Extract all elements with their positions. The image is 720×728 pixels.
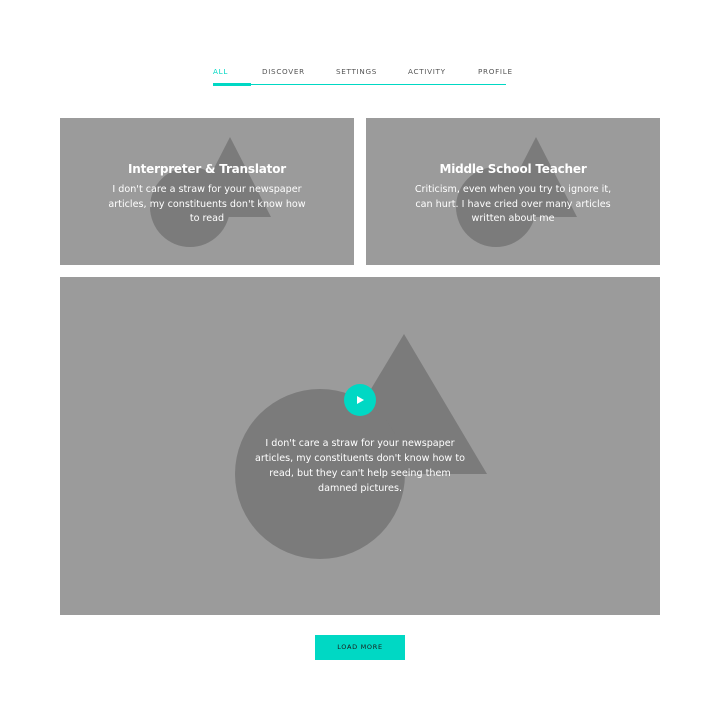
card-description: I don't care a straw for your newspaper … [108, 184, 306, 224]
play-icon [357, 396, 364, 404]
tab-activity[interactable]: ACTIVITY [408, 67, 446, 76]
tab-all[interactable]: ALL [213, 67, 228, 76]
card-teacher[interactable]: Middle School Teacher Criticism, even wh… [366, 118, 660, 265]
card-interpreter[interactable]: Interpreter & Translator I don't care a … [60, 118, 354, 265]
tab-underline [213, 84, 506, 85]
active-tab-indicator [213, 83, 251, 86]
tab-discover[interactable]: DISCOVER [262, 67, 305, 76]
card-content: Middle School Teacher Criticism, even wh… [366, 162, 660, 227]
tab-settings[interactable]: SETTINGS [336, 67, 377, 76]
tab-bar: ALL DISCOVER SETTINGS ACTIVITY PROFILE [213, 62, 512, 86]
card-title: Interpreter & Translator [128, 162, 286, 176]
load-more-button[interactable]: LOAD MORE [315, 635, 405, 660]
featured-description: I don't care a straw for your newspaper … [255, 438, 465, 494]
card-title: Middle School Teacher [439, 162, 587, 176]
tab-profile[interactable]: PROFILE [478, 67, 513, 76]
card-description: Criticism, even when you try to ignore i… [414, 184, 612, 224]
play-button[interactable] [344, 384, 376, 416]
page: ALL DISCOVER SETTINGS ACTIVITY PROFILE I… [0, 0, 720, 728]
featured-video-card[interactable]: I don't care a straw for your newspaper … [60, 277, 660, 615]
card-content: Interpreter & Translator I don't care a … [60, 162, 354, 227]
